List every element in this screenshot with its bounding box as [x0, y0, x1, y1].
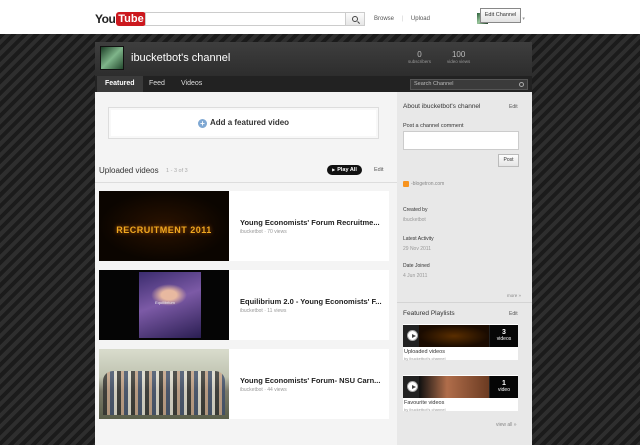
- video-thumbnail[interactable]: Equilibrium: [99, 270, 229, 340]
- date-joined-label: Date Joined: [403, 263, 430, 269]
- masthead: You Tube Browse | Upload ibucketbot ▾: [0, 0, 640, 34]
- playlist-count-number: 3: [502, 329, 506, 336]
- playlist-by: by ibucketbot's channel: [404, 356, 446, 361]
- search-icon: [519, 81, 524, 87]
- featured-playlists-title: Featured Playlists: [403, 310, 455, 317]
- tab-feed[interactable]: Feed: [141, 76, 173, 92]
- date-joined-value: 4 Jun 2011: [403, 273, 428, 279]
- meta-separator: ·: [264, 387, 266, 393]
- logo-you: You: [95, 12, 116, 26]
- divider: [95, 182, 397, 183]
- playlist-title[interactable]: Uploaded videos: [404, 349, 445, 355]
- top-links: Browse | Upload: [374, 16, 436, 22]
- search-input[interactable]: [145, 12, 365, 26]
- video-item[interactable]: Equilibrium Equilibrium 2.0 - Young Econ…: [99, 270, 389, 340]
- comment-label: Post a channel comment: [403, 123, 464, 129]
- search-icon: [352, 16, 358, 22]
- comment-textarea[interactable]: [403, 131, 519, 150]
- created-by-value[interactable]: ibucketbot: [403, 217, 426, 223]
- play-icon: [407, 381, 418, 392]
- playlist-count: 1 video: [490, 376, 518, 398]
- tab-featured[interactable]: Featured: [97, 76, 143, 92]
- video-title[interactable]: Equilibrium 2.0 - Young Economists' F...: [240, 297, 382, 306]
- thumbnail-text: Equilibrium: [155, 300, 175, 305]
- subscribers-count: 0: [417, 50, 422, 59]
- chevron-down-icon: ▾: [522, 15, 525, 22]
- edit-about-link[interactable]: Edit: [509, 104, 518, 110]
- playlist-count: 3 videos: [490, 325, 518, 347]
- video-uploader[interactable]: ibucketbot: [240, 229, 263, 235]
- playlist-count-label: videos: [496, 336, 512, 342]
- video-meta: ibucketbot · 44 views: [240, 387, 287, 393]
- logo-tube: Tube: [116, 12, 146, 26]
- plus-icon: +: [197, 119, 207, 128]
- video-views: 11 views: [267, 308, 287, 314]
- featured-video-box[interactable]: + Add a featured video: [108, 107, 379, 139]
- group-photo: [103, 371, 225, 415]
- thumbnail-text: RECRUITMENT 2011: [116, 225, 212, 235]
- post-comment-button[interactable]: Post: [498, 154, 519, 167]
- browse-link[interactable]: Browse: [374, 16, 394, 22]
- playlist-item[interactable]: 3 videos Uploaded videos by ibucketbot's…: [403, 324, 518, 361]
- add-featured-video[interactable]: + Add a featured video: [109, 118, 378, 128]
- playlist-by: by ibucketbot's channel: [404, 407, 446, 412]
- playlist-count-number: 1: [502, 380, 506, 387]
- more-link[interactable]: more »: [507, 293, 521, 298]
- video-title[interactable]: Young Economists' Forum- NSU Carn...: [240, 376, 380, 385]
- video-thumbnail[interactable]: RECRUITMENT 2011: [99, 191, 229, 261]
- video-meta: ibucketbot · 70 views: [240, 229, 287, 235]
- channel-avatar: [100, 46, 124, 70]
- latest-activity-value: 29 Nov 2011: [403, 246, 431, 252]
- channel-title: ibucketbot's channel: [131, 52, 231, 64]
- meta-separator: ·: [264, 308, 266, 314]
- video-uploader[interactable]: ibucketbot: [240, 308, 263, 314]
- channel-header: ibucketbot's channel 0 subscribers 100 v…: [95, 42, 532, 76]
- edit-uploads-link[interactable]: Edit: [374, 167, 383, 173]
- playlist-image: [419, 325, 489, 347]
- playlist-thumbnail[interactable]: 1 video: [403, 376, 518, 398]
- play-icon: [407, 330, 418, 341]
- divider: [397, 302, 532, 303]
- rss-icon: [403, 181, 409, 187]
- uploaded-videos-count: 1 - 3 of 3: [166, 168, 188, 174]
- video-item[interactable]: Young Economists' Forum- NSU Carn... ibu…: [99, 349, 389, 419]
- playlist-image: [419, 376, 489, 398]
- uploaded-videos-title: Uploaded videos: [99, 166, 159, 175]
- playlist-thumbnail[interactable]: 3 videos: [403, 325, 518, 347]
- video-views: 44 views: [267, 387, 287, 393]
- search-button[interactable]: [345, 12, 365, 26]
- play-all-button[interactable]: Play All: [327, 165, 362, 175]
- link-separator: |: [401, 16, 404, 22]
- video-views: 70 views: [267, 229, 287, 235]
- video-uploader[interactable]: ibucketbot: [240, 387, 263, 393]
- playlist-title[interactable]: Favourite videos: [404, 400, 444, 406]
- about-title: About ibucketbot's channel: [403, 103, 481, 110]
- main-column: + Add a featured video Uploaded videos 1 …: [95, 92, 397, 445]
- view-all-link[interactable]: view all »: [496, 422, 517, 428]
- edit-playlists-link[interactable]: Edit: [509, 311, 518, 317]
- subscribers-label: subscribers: [408, 59, 432, 64]
- channel-search-input[interactable]: Search Channel: [410, 79, 528, 90]
- channel-search-placeholder: Search Channel: [414, 81, 454, 87]
- created-by-label: Created by: [403, 207, 428, 213]
- upload-link[interactable]: Upload: [411, 16, 430, 22]
- views-count: 100: [451, 50, 466, 59]
- playlist-item[interactable]: 1 video Favourite videos by ibucketbot's…: [403, 375, 518, 412]
- edit-channel-button[interactable]: Edit Channel: [480, 8, 521, 23]
- add-featured-label: Add a featured video: [209, 118, 290, 127]
- video-title[interactable]: Young Economists' Forum Recruitme...: [240, 218, 380, 227]
- video-thumbnail[interactable]: [99, 349, 229, 419]
- blog-link[interactable]: -blogetron.com: [411, 181, 444, 187]
- video-meta: ibucketbot · 11 views: [240, 308, 286, 314]
- meta-separator: ·: [264, 229, 266, 235]
- subscribers-stat: 0 subscribers: [408, 50, 431, 64]
- tab-videos[interactable]: Videos: [173, 76, 210, 92]
- playlist-count-label: video: [498, 387, 510, 393]
- views-stat: 100 video views: [447, 50, 470, 64]
- views-label: video views: [447, 59, 471, 64]
- latest-activity-label: Latest Activity: [403, 236, 434, 242]
- video-item[interactable]: RECRUITMENT 2011 Young Economists' Forum…: [99, 191, 389, 261]
